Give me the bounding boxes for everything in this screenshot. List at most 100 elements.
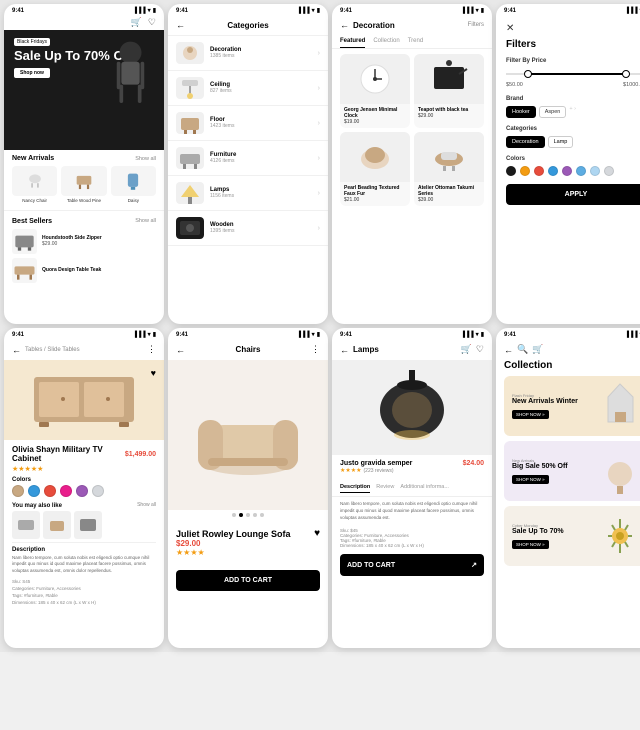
color-gray[interactable] xyxy=(604,166,614,176)
category-item-wooden[interactable]: Wooden 1395 items › xyxy=(168,211,328,246)
color-orange[interactable] xyxy=(520,166,530,176)
tab-featured[interactable]: Featured xyxy=(340,35,365,48)
collection-card-1[interactable]: Flash Friday New Arrivals Winter SHOP NO… xyxy=(504,376,640,436)
shop-now-button[interactable]: Shop now xyxy=(14,68,50,78)
chairs-nav: ← Chairs ⋮ xyxy=(168,339,328,360)
status-icons-8: ▐▐▐ ▾ ▮ xyxy=(625,331,640,338)
color-purple[interactable] xyxy=(562,166,572,176)
color-btn-purple-cab[interactable] xyxy=(76,485,88,497)
category-item-furniture[interactable]: Furniture 4126 items › xyxy=(168,141,328,176)
back-icon-7[interactable]: ← xyxy=(340,345,349,355)
more-icon-6[interactable]: ⋮ xyxy=(311,344,320,355)
cat-tag-lamp[interactable]: Lamp xyxy=(548,136,574,148)
tab-additional[interactable]: Additional informa... xyxy=(400,482,449,493)
tab-review[interactable]: Review xyxy=(376,482,394,493)
brand-filter-section: Brand Hooker Aspen + › xyxy=(506,96,640,118)
shop-now-3[interactable]: SHOP NOW » xyxy=(512,540,549,549)
prod-price-ottoman: $39.00 xyxy=(418,197,480,203)
color-btn-gray-cab[interactable] xyxy=(92,485,104,497)
back-icon-2[interactable]: ← xyxy=(176,20,185,30)
time-2: 9:41 xyxy=(176,8,188,14)
bestseller-item-1[interactable]: Houndstooth Side Zipper $29.00 xyxy=(12,229,156,254)
signal-icon-5: ▐▐▐ xyxy=(133,332,146,338)
color-black[interactable] xyxy=(506,166,516,176)
add-to-cart-button-lamp[interactable]: ADD TO CART ↗ xyxy=(340,554,484,576)
category-item-floor[interactable]: Floor 1423 items › xyxy=(168,106,328,141)
heart-icon-7[interactable]: ♡ xyxy=(476,344,484,355)
tab-collection[interactable]: Collection xyxy=(373,35,399,48)
dot-5[interactable] xyxy=(260,513,264,517)
lamp-stars: ★★★★ xyxy=(340,467,362,474)
bestsellers-show-all[interactable]: Show all xyxy=(135,218,156,224)
prod-info-clock: Georg Jensen Minimal Clock $19.00 xyxy=(340,104,410,128)
tab-trend[interactable]: Trend xyxy=(408,35,423,48)
color-red[interactable] xyxy=(534,166,544,176)
cat-info-wooden: Wooden 1395 items xyxy=(210,222,312,234)
brand-tag-hooker[interactable]: Hooker xyxy=(506,106,536,118)
search-icon-8[interactable]: 🔍 xyxy=(517,344,528,355)
bestseller-item-2[interactable]: Quora Design Table Teak xyxy=(12,258,156,283)
dot-3[interactable] xyxy=(246,513,250,517)
related-prod-2[interactable] xyxy=(43,511,71,539)
apply-button[interactable]: APPLY xyxy=(506,184,640,205)
brand-more-icon[interactable]: + › xyxy=(569,106,576,118)
product-card-1[interactable]: Nancy Chair xyxy=(12,166,57,203)
product-breadcrumb: Tables / Slide Tables xyxy=(25,347,143,353)
color-lightblue[interactable] xyxy=(576,166,586,176)
back-icon-8[interactable]: ← xyxy=(504,345,513,355)
product-card-2[interactable]: Table Wood Pine xyxy=(61,166,106,203)
category-item-decoration[interactable]: Decoration 1385 items › xyxy=(168,36,328,71)
color-blue[interactable] xyxy=(548,166,558,176)
heart-icon[interactable]: ♡ xyxy=(148,17,156,28)
cart-icon[interactable]: 🛒 xyxy=(131,17,142,28)
related-prod-3[interactable] xyxy=(74,511,102,539)
product-card-fur[interactable]: Pearl Beading Textured Faux Fur $21.00 xyxy=(340,132,410,206)
product-card-teapot[interactable]: Teapot with black tea $29.00 xyxy=(414,54,484,128)
cart-icon-8[interactable]: 🛒 xyxy=(532,344,543,355)
color-btn-pink-cab[interactable] xyxy=(60,485,72,497)
cat-tag-decoration[interactable]: Decoration xyxy=(506,136,545,148)
wishlist-icon-cabinet[interactable]: ♥ xyxy=(151,368,156,378)
collection-card-2[interactable]: New Arrivals Big Sale 50% Off SHOP NOW » xyxy=(504,441,640,501)
dot-4[interactable] xyxy=(253,513,257,517)
chairs-product-showcase xyxy=(168,360,328,510)
color-btn-tan[interactable] xyxy=(12,485,24,497)
category-item-ceiling[interactable]: Ceiling 827 items › xyxy=(168,71,328,106)
product-card-ottoman[interactable]: Atelier Ottoman Takumi Series $39.00 xyxy=(414,132,484,206)
dot-2[interactable] xyxy=(239,513,243,517)
cats-val: Furniture, Accessories xyxy=(36,586,81,591)
color-paleblue[interactable] xyxy=(590,166,600,176)
categories-nav: ← Categories xyxy=(168,15,328,36)
tab-description[interactable]: Description xyxy=(340,482,370,493)
back-icon-6[interactable]: ← xyxy=(176,345,185,355)
range-thumb-max[interactable] xyxy=(622,70,630,78)
show-all-link[interactable]: Show all xyxy=(135,156,156,162)
shop-now-2[interactable]: SHOP NOW » xyxy=(512,475,549,484)
you-may-show-all[interactable]: Show all xyxy=(137,502,156,508)
signal-icon: ▐▐▐ xyxy=(133,8,146,14)
add-to-cart-button-sofa[interactable]: ADD TO CART xyxy=(176,570,320,591)
collection-card-3[interactable]: Cyber Monday Sale Up To 70% SHOP NOW » xyxy=(504,506,640,566)
lamp-product-hero xyxy=(332,360,492,455)
back-icon-5[interactable]: ← xyxy=(12,345,21,355)
more-icon-5[interactable]: ⋮ xyxy=(147,344,156,355)
sku-val: S45 xyxy=(22,579,30,584)
shop-now-1[interactable]: SHOP NOW » xyxy=(512,410,549,419)
product-card-3[interactable]: Daisy xyxy=(111,166,156,203)
color-btn-red-cab[interactable] xyxy=(44,485,56,497)
cat-count-ceiling: 827 items xyxy=(210,88,312,94)
product-card-clock[interactable]: Georg Jensen Minimal Clock $19.00 xyxy=(340,54,410,128)
filter-label-3[interactable]: Filters xyxy=(468,22,484,28)
sofa-wishlist[interactable]: ♥ xyxy=(314,528,320,539)
back-icon-3[interactable]: ← xyxy=(340,20,349,30)
related-prod-1[interactable] xyxy=(12,511,40,539)
range-thumb-min[interactable] xyxy=(524,70,532,78)
dot-1[interactable] xyxy=(232,513,236,517)
price-range-slider[interactable] xyxy=(506,68,640,80)
cart-icon-7[interactable]: 🛒 xyxy=(461,344,472,355)
close-icon[interactable]: ✕ xyxy=(506,23,640,34)
color-btn-blue-cab[interactable] xyxy=(28,485,40,497)
brand-tag-aspen[interactable]: Aspen xyxy=(539,106,567,118)
category-item-lamps[interactable]: Lamps 1156 items › xyxy=(168,176,328,211)
cat-info-ceiling: Ceiling 827 items xyxy=(210,82,312,94)
